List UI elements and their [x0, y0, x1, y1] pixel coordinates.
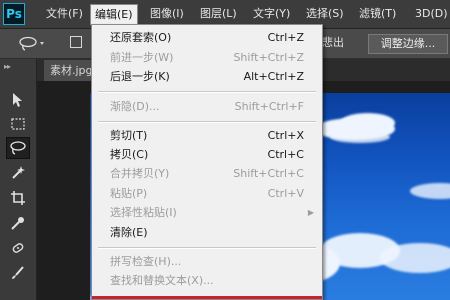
photoshop-logo[interactable]: Ps — [3, 3, 25, 25]
menu-filter[interactable]: 滤镜(T) — [355, 5, 400, 23]
menu-item-copy[interactable]: 拷贝(C) Ctrl+C — [92, 145, 322, 165]
menu-item-step-backward[interactable]: 后退一步(K) Alt+Ctrl+Z — [92, 67, 322, 87]
menu-item-copy-merged: 合并拷贝(Y) Shift+Ctrl+C — [110, 167, 304, 180]
new-selection-icon[interactable] — [70, 36, 82, 48]
menu-item-clear[interactable]: 清除(E) — [92, 223, 322, 243]
highlight-strip — [92, 296, 322, 299]
move-tool-icon[interactable] — [6, 89, 30, 111]
menu-type[interactable]: 文字(Y) — [249, 5, 294, 23]
refine-edge-button[interactable]: 调整边缘... — [368, 34, 448, 54]
spot-healing-icon[interactable] — [6, 237, 30, 259]
menu-item-spell-check: 拼写检查(H)... — [110, 255, 182, 268]
menu-3d[interactable]: 3D(D) — [411, 5, 450, 23]
lasso-preset-icon[interactable] — [18, 36, 46, 52]
edit-menu-dropdown: 还原套索(O) Ctrl+Z 前进一步(W) Shift+Ctrl+Z 后退一步… — [91, 24, 323, 300]
menu-separator — [98, 247, 316, 249]
menu-edit[interactable]: 编辑(E) — [90, 4, 138, 25]
menu-image[interactable]: 图像(I) — [146, 5, 188, 23]
eyedropper-icon[interactable] — [6, 212, 30, 234]
submenu-arrow-icon: ▶ — [307, 208, 314, 217]
options-partial-label: 悲出 — [322, 36, 344, 49]
menu-item-undo[interactable]: 还原套索(O) Ctrl+Z — [92, 28, 322, 48]
brush-icon[interactable] — [6, 262, 30, 284]
magic-wand-icon[interactable] — [6, 162, 30, 184]
menu-separator — [98, 91, 316, 93]
menu-layer[interactable]: 图层(L) — [196, 5, 241, 23]
rect-marquee-icon[interactable] — [6, 113, 30, 135]
menu-select[interactable]: 选择(S) — [302, 5, 348, 23]
menu-item-step-forward: 前进一步(W) Shift+Ctrl+Z — [110, 51, 304, 64]
menu-file[interactable]: 文件(F) — [42, 5, 87, 23]
menu-separator — [98, 121, 316, 123]
menu-item-find-replace: 查找和替换文本(X)... — [110, 274, 214, 287]
menu-item-cut[interactable]: 剪切(T) Ctrl+X — [92, 126, 322, 146]
lasso-icon[interactable] — [6, 137, 30, 159]
menu-item-paste: 粘贴(P) Ctrl+V — [110, 187, 304, 200]
panel-collapse-icon[interactable]: ▸▸ — [4, 62, 11, 71]
menu-item-fade: 渐隐(D)... Shift+Ctrl+F — [110, 100, 304, 113]
crop-icon[interactable] — [6, 187, 30, 209]
menu-item-paste-special: 选择性粘贴(I) ▶ — [92, 203, 322, 223]
